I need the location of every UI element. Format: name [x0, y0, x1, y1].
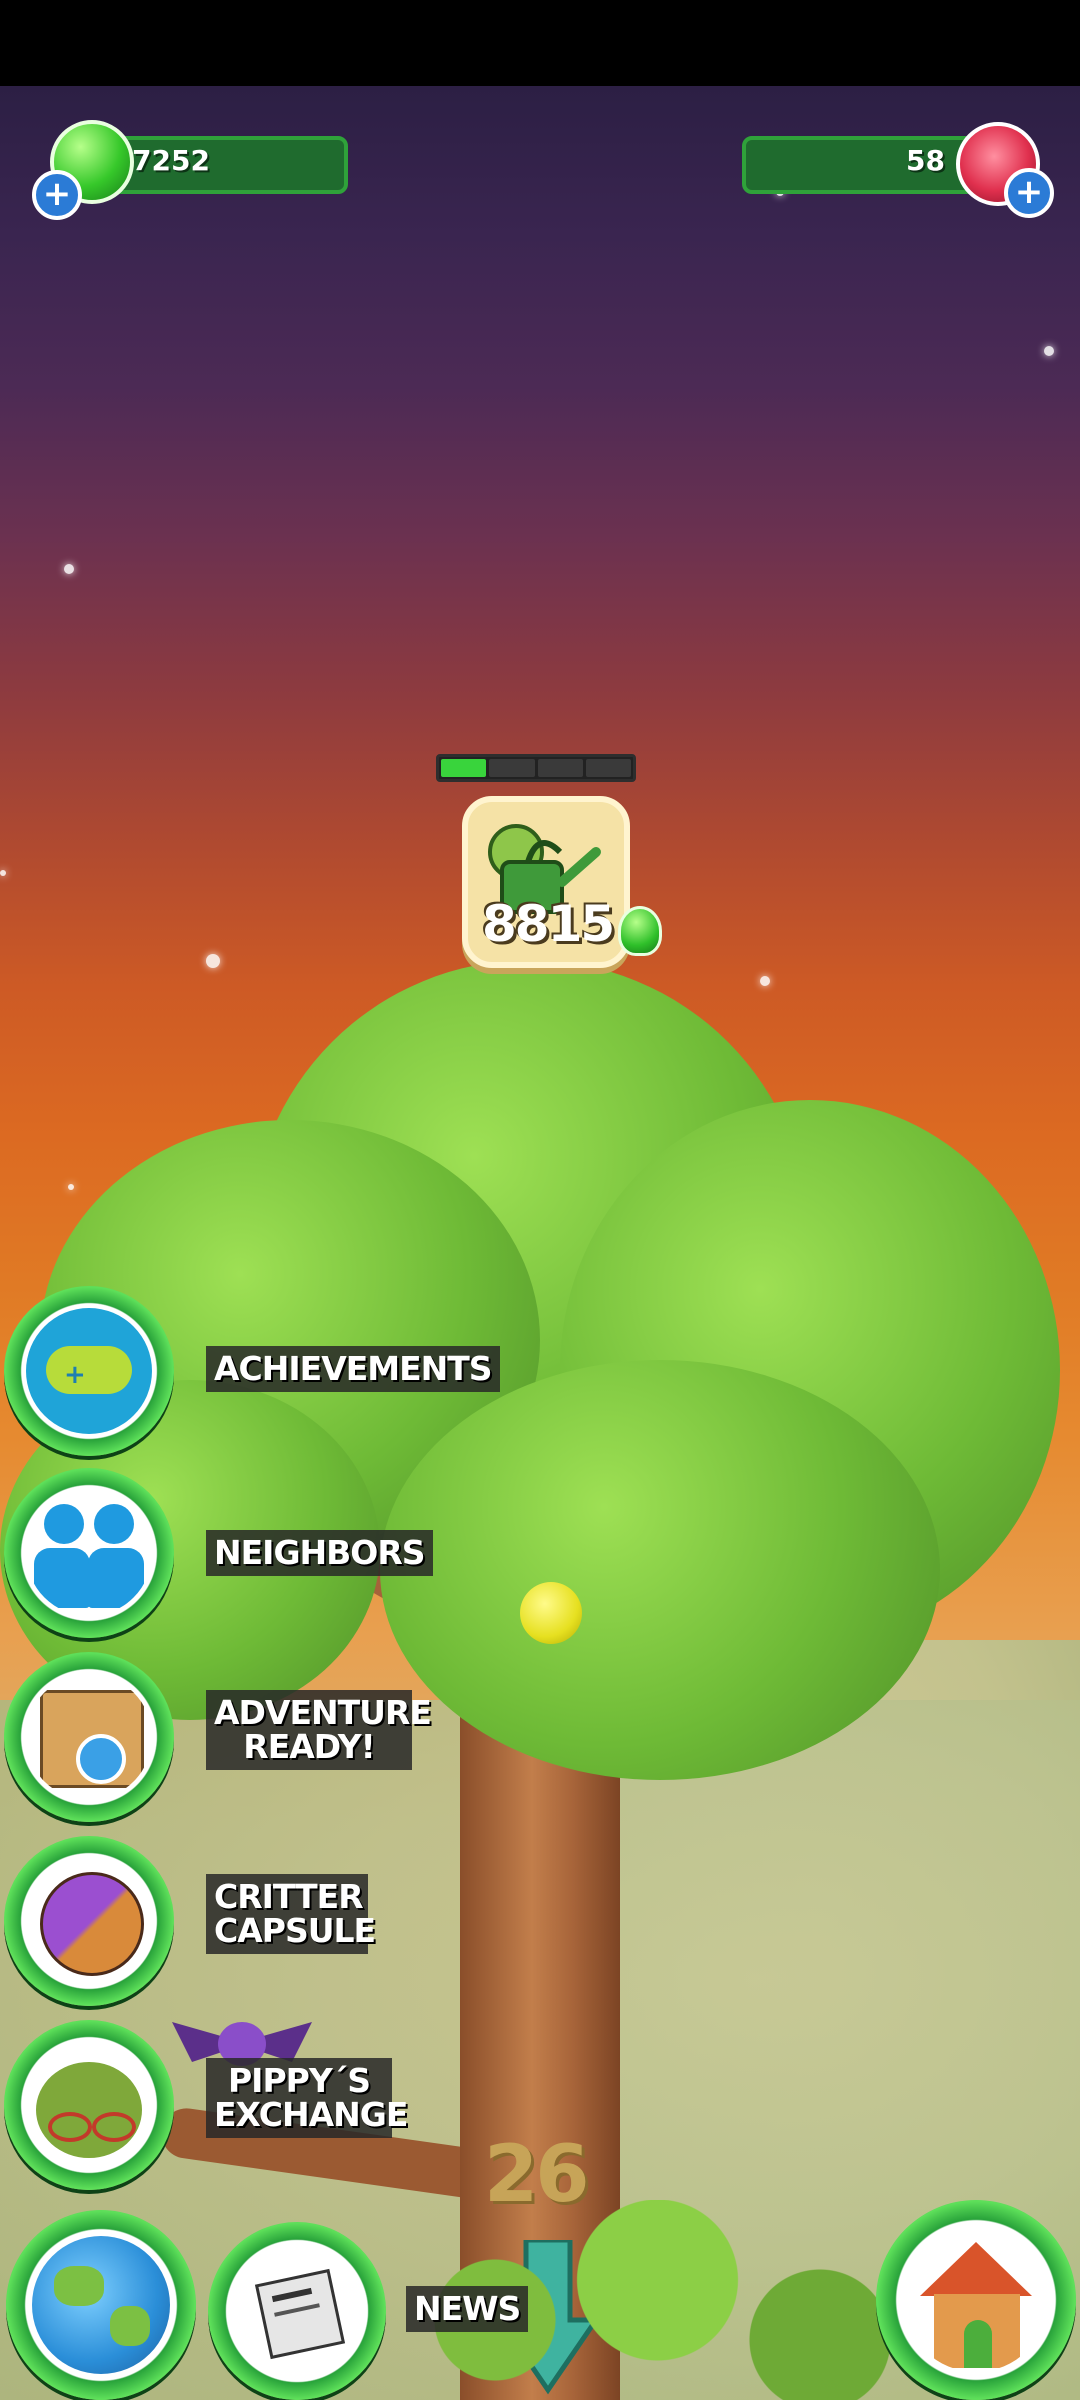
progress-segment [537, 759, 583, 777]
adventure-label-line1: ADVENTURE [214, 1693, 432, 1732]
adventure-label-line2: READY! [243, 1727, 375, 1766]
map-compass-icon [26, 1674, 152, 1800]
star [64, 564, 74, 574]
pippy-creature-icon [26, 2042, 152, 2168]
green-slime-icon [618, 906, 662, 956]
globe-icon [32, 2236, 170, 2374]
status-bar [0, 0, 1080, 86]
star [760, 976, 770, 986]
achievements-label: ACHIEVEMENTS [206, 1346, 500, 1392]
critter-label-line2: CAPSULE [214, 1911, 376, 1950]
star [206, 954, 220, 968]
newspaper-icon [232, 2246, 362, 2376]
world-map-button[interactable] [6, 2210, 196, 2400]
pippys-exchange-label: PIPPY´S EXCHANGE [206, 2058, 408, 2138]
critter-capsule-button[interactable] [4, 1836, 174, 2006]
watering-cost: 8815 [482, 895, 615, 953]
star [0, 870, 6, 876]
tree-fruit[interactable] [520, 1582, 582, 1644]
capsule-icon [26, 1858, 152, 1984]
house-icon [904, 2228, 1048, 2372]
star [68, 1184, 74, 1190]
critter-label-line1: CRITTER [214, 1877, 364, 1916]
critter-capsule-label: CRITTER CAPSULE [206, 1874, 376, 1954]
add-slime-button[interactable]: + [32, 170, 82, 220]
water-progress-bar [436, 754, 636, 782]
foreground-bushes [300, 2200, 950, 2400]
progress-segment [585, 759, 631, 777]
tree-canopy [380, 1360, 940, 1780]
star [1044, 346, 1054, 356]
home-button[interactable] [876, 2200, 1076, 2400]
gem-amount: 58 [906, 144, 945, 177]
progress-segment [489, 759, 535, 777]
neighbors-label: NEIGHBORS [206, 1530, 433, 1576]
slime-amount: 7252 [132, 144, 210, 177]
pippys-exchange-button[interactable] [4, 2020, 174, 2190]
pippy-label-line2: EXCHANGE [214, 2095, 408, 2134]
achievements-button[interactable]: + [4, 1286, 174, 1456]
progress-segment [441, 759, 487, 777]
news-label[interactable]: NEWS [406, 2286, 529, 2332]
adventure-button[interactable] [4, 1652, 174, 1822]
pippy-label-line1: PIPPY´S [228, 2061, 371, 2100]
gamepad-icon: + [26, 1308, 152, 1434]
add-gem-button[interactable]: + [1004, 168, 1054, 218]
neighbors-button[interactable] [4, 1468, 174, 1638]
news-button[interactable] [208, 2222, 386, 2400]
two-people-icon [26, 1490, 152, 1616]
adventure-label: ADVENTURE READY! [206, 1690, 432, 1770]
